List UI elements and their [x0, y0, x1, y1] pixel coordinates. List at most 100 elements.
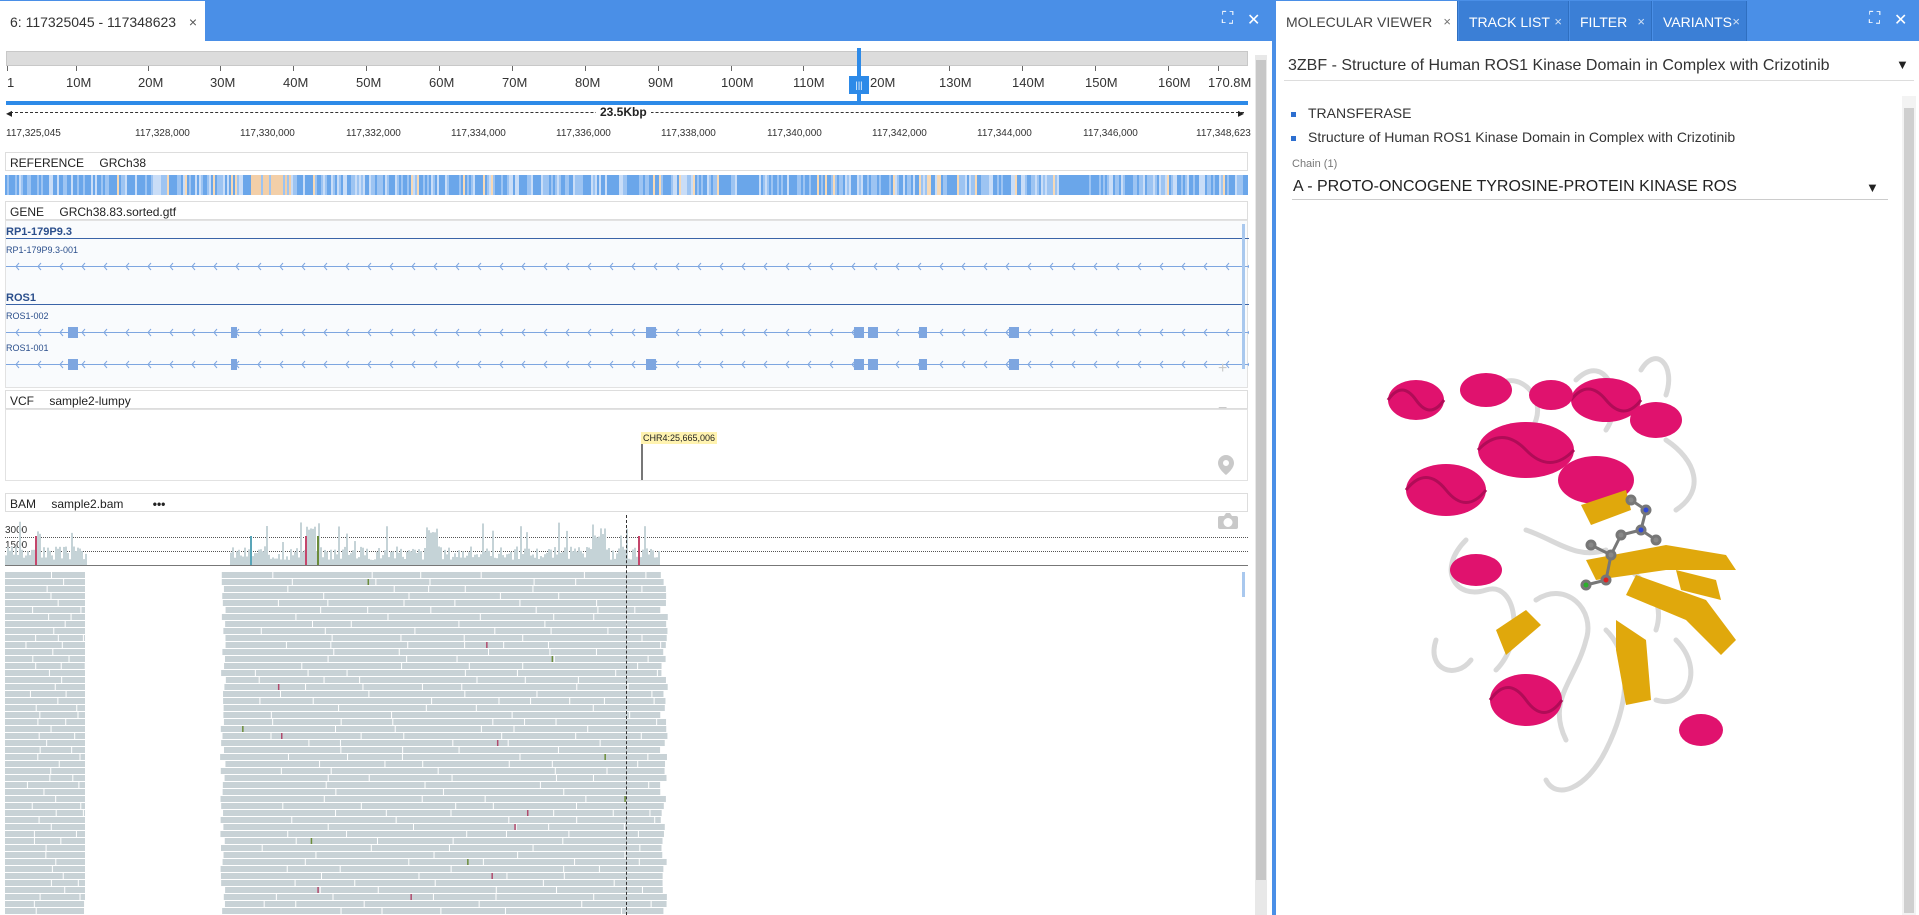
exon[interactable]: [231, 359, 237, 370]
read[interactable]: [493, 719, 525, 725]
read[interactable]: [81, 607, 85, 613]
read[interactable]: [39, 733, 75, 739]
read[interactable]: [221, 614, 296, 620]
read[interactable]: [386, 810, 451, 816]
read[interactable]: [464, 635, 523, 641]
transcript-name[interactable]: ROS1-002: [6, 311, 49, 321]
read[interactable]: [26, 642, 62, 648]
read[interactable]: [369, 691, 465, 697]
read[interactable]: [449, 845, 533, 851]
read[interactable]: [394, 586, 429, 592]
read[interactable]: [320, 761, 385, 767]
read[interactable]: [520, 754, 605, 760]
read[interactable]: [368, 607, 431, 613]
read[interactable]: [313, 621, 351, 627]
read[interactable]: [415, 628, 495, 634]
read[interactable]: [616, 670, 657, 676]
read[interactable]: [509, 817, 577, 823]
scrollbar-thumb[interactable]: [1256, 60, 1266, 880]
read[interactable]: [46, 852, 85, 858]
read[interactable]: [222, 908, 341, 914]
read[interactable]: [220, 831, 288, 837]
read[interactable]: [336, 789, 443, 795]
read[interactable]: [341, 719, 393, 725]
read[interactable]: [65, 887, 85, 893]
read[interactable]: [371, 845, 449, 851]
read[interactable]: [328, 600, 404, 606]
read[interactable]: [372, 572, 421, 578]
read[interactable]: [223, 894, 276, 900]
read[interactable]: [273, 572, 372, 578]
read[interactable]: [224, 684, 306, 690]
read[interactable]: [339, 705, 426, 711]
read[interactable]: [54, 628, 85, 634]
read[interactable]: [224, 656, 328, 662]
read[interactable]: [378, 887, 496, 893]
read[interactable]: [222, 733, 271, 739]
read[interactable]: [322, 873, 419, 879]
read[interactable]: [340, 866, 451, 872]
read[interactable]: [582, 901, 651, 907]
read[interactable]: [408, 642, 465, 648]
read[interactable]: [576, 733, 641, 739]
read[interactable]: [223, 810, 336, 816]
read[interactable]: [355, 880, 435, 886]
scrollbar-thumb[interactable]: [1904, 108, 1914, 913]
read[interactable]: [443, 789, 564, 795]
read[interactable]: [496, 887, 556, 893]
read[interactable]: [630, 712, 661, 718]
read[interactable]: [5, 873, 63, 879]
read[interactable]: [5, 817, 39, 823]
read[interactable]: [62, 677, 85, 683]
read[interactable]: [419, 873, 507, 879]
read[interactable]: [451, 810, 554, 816]
read[interactable]: [58, 635, 83, 641]
read[interactable]: [79, 782, 85, 788]
read[interactable]: [376, 579, 430, 585]
read[interactable]: [220, 768, 281, 774]
read[interactable]: [5, 866, 52, 872]
read[interactable]: [47, 586, 85, 592]
read[interactable]: [452, 775, 556, 781]
read[interactable]: [324, 796, 422, 802]
read[interactable]: [5, 901, 34, 907]
read[interactable]: [288, 831, 347, 837]
read[interactable]: [628, 684, 668, 690]
read[interactable]: [328, 775, 369, 781]
read[interactable]: [61, 663, 85, 669]
read[interactable]: [514, 726, 588, 732]
tab-variants[interactable]: VARIANTS ×: [1653, 1, 1747, 41]
read[interactable]: [328, 824, 413, 830]
read[interactable]: [596, 649, 664, 655]
read[interactable]: [225, 642, 286, 648]
read[interactable]: [223, 712, 271, 718]
read[interactable]: [325, 628, 415, 634]
read[interactable]: [221, 572, 273, 578]
gene-track-panel[interactable]: RP1-179P9.3 RP1-179P9.3-001 ROS1 ROS1-00…: [5, 220, 1249, 388]
read[interactable]: [5, 628, 54, 634]
read[interactable]: [65, 621, 85, 627]
read[interactable]: [5, 859, 56, 865]
read[interactable]: [556, 887, 642, 893]
read[interactable]: [64, 579, 85, 585]
read[interactable]: [260, 698, 313, 704]
read[interactable]: [564, 789, 661, 795]
read[interactable]: [224, 775, 328, 781]
read[interactable]: [404, 600, 455, 606]
read[interactable]: [5, 698, 58, 704]
read[interactable]: [221, 740, 309, 746]
read[interactable]: [432, 698, 499, 704]
read[interactable]: [435, 880, 543, 886]
read[interactable]: [652, 691, 664, 697]
reference-sequence-bar[interactable]: [5, 175, 1248, 195]
read[interactable]: [66, 719, 85, 725]
read[interactable]: [5, 733, 39, 739]
read[interactable]: [624, 824, 665, 830]
read[interactable]: [607, 768, 665, 774]
read[interactable]: [563, 838, 663, 844]
read[interactable]: [479, 901, 582, 907]
tab-filter[interactable]: FILTER ×: [1570, 1, 1652, 41]
read[interactable]: [5, 677, 62, 683]
read[interactable]: [222, 649, 334, 655]
read[interactable]: [392, 712, 512, 718]
